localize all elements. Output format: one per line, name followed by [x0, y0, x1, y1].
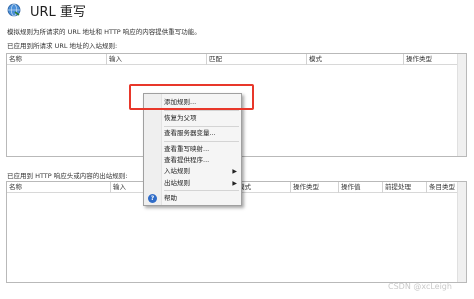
menu-item-view-rewrite-maps[interactable]: 查看重写映射... [144, 144, 241, 155]
menu-item-view-server-variables[interactable]: 查看服务器变量... [144, 128, 241, 139]
annotation-highlight-box [129, 84, 254, 110]
url-rewrite-globe-icon [7, 3, 21, 17]
page-title: URL 重写 [30, 5, 86, 20]
menu-item-help[interactable]: ? 帮助 [144, 193, 241, 204]
menu-separator [164, 126, 239, 127]
watermark: CSDN @xcLeigh [388, 282, 452, 291]
menu-item-label: 恢复为父项 [164, 114, 197, 122]
menu-item-label: 查看重写映射... [164, 145, 210, 153]
outbound-rules-label: 已应用到 HTTP 响应头或内容的出站规则: [7, 172, 128, 180]
inbound-rules-header: 名称 输入 匹配 模式 操作类型 [7, 54, 466, 65]
menu-separator [164, 190, 239, 191]
menu-item-label: 帮助 [164, 194, 177, 202]
page-header: URL 重写 [0, 0, 474, 24]
inbound-vertical-scrollbar[interactable] [457, 54, 466, 156]
menu-item-restore-parent[interactable]: 恢复为父项 [144, 113, 241, 124]
menu-item-label: 查看提供程序... [164, 156, 210, 164]
menu-item-view-providers[interactable]: 查看提供程序... [144, 155, 241, 166]
column-header-name[interactable]: 名称 [7, 182, 111, 193]
column-header-input[interactable]: 输入 [107, 54, 207, 65]
submenu-arrow-icon: ▶ [232, 180, 237, 187]
menu-item-label: 出站规则 [164, 179, 190, 187]
column-header-pattern[interactable]: 模式 [236, 182, 291, 193]
menu-item-outbound-rules[interactable]: 出站规则 ▶ [144, 178, 241, 189]
menu-item-label: 入站规则 [164, 167, 190, 175]
column-header-precondition[interactable]: 前提处理 [383, 182, 427, 193]
column-header-action-value[interactable]: 操作值 [339, 182, 383, 193]
menu-item-label: 查看服务器变量... [164, 129, 216, 137]
column-header-action-type[interactable]: 操作类型 [404, 54, 458, 65]
menu-separator [164, 141, 239, 142]
column-header-pattern[interactable]: 模式 [307, 54, 404, 65]
column-header-action-type[interactable]: 操作类型 [291, 182, 339, 193]
page-description: 模拟规则为所请求的 URL 地址和 HTTP 响应的内容提供重写功能。 [7, 28, 201, 36]
menu-item-inbound-rules[interactable]: 入站规则 ▶ [144, 166, 241, 177]
menu-separator [164, 110, 239, 111]
outbound-vertical-scrollbar[interactable] [457, 182, 466, 282]
column-header-entry-type[interactable]: 条目类型 [427, 182, 458, 193]
help-icon: ? [148, 194, 157, 203]
column-header-match[interactable]: 匹配 [207, 54, 307, 65]
column-header-name[interactable]: 名称 [7, 54, 107, 65]
inbound-rules-label: 已应用到所请求 URL 地址的入站规则: [7, 42, 118, 50]
submenu-arrow-icon: ▶ [232, 168, 237, 175]
